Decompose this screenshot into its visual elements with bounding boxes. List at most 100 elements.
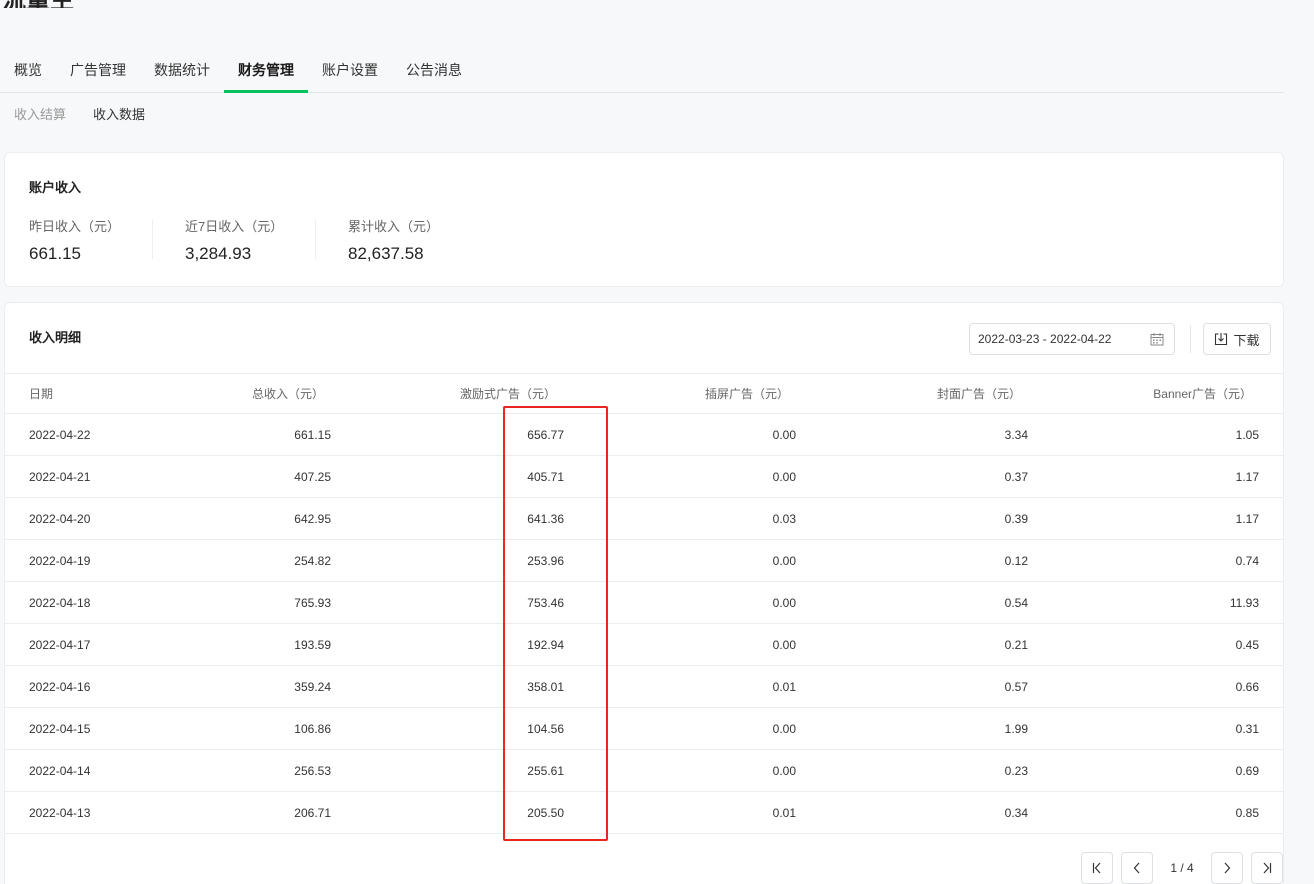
table-header: 日期 总收入（元） 激励式广告（元） 插屏广告（元） 封面广告（元） Banne… (5, 374, 1283, 414)
stat-total: 累计收入（元） 82,637.58 (348, 216, 439, 263)
cell-interstitial: 0.00 (772, 469, 796, 484)
sub-tabs: 收入结算 收入数据 (14, 104, 145, 123)
table-row: 2022-04-15 106.86 104.56 0.00 1.99 0.31 (5, 708, 1283, 750)
first-page-button[interactable] (1081, 852, 1113, 884)
subtab-settlement[interactable]: 收入结算 (14, 104, 66, 123)
download-label: 下载 (1233, 332, 1260, 348)
cell-interstitial: 0.00 (772, 637, 796, 652)
cell-date: 2022-04-22 (29, 427, 91, 442)
table-row: 2022-04-21 407.25 405.71 0.00 0.37 1.17 (5, 456, 1283, 498)
cell-date: 2022-04-14 (29, 763, 91, 778)
table-row: 2022-04-22 661.15 656.77 0.00 3.34 1.05 (5, 414, 1283, 456)
cell-date: 2022-04-13 (29, 805, 91, 820)
cell-cover: 0.57 (1004, 679, 1028, 694)
prev-page-button[interactable] (1121, 852, 1153, 884)
tab-overview[interactable]: 概览 (0, 50, 56, 92)
tab-ad-management[interactable]: 广告管理 (56, 50, 140, 92)
date-range-picker[interactable]: 2022-03-23 - 2022-04-22 (969, 323, 1175, 355)
cell-total: 407.25 (294, 469, 331, 484)
cell-date: 2022-04-17 (29, 637, 91, 652)
cell-rewarded: 753.46 (527, 595, 564, 610)
download-button[interactable]: 下载 (1203, 323, 1271, 355)
toolbar-divider (1190, 325, 1191, 353)
last-page-button[interactable] (1251, 852, 1283, 884)
cell-banner: 11.93 (1229, 595, 1259, 610)
cell-total: 642.95 (294, 511, 331, 526)
cell-banner: 1.17 (1235, 469, 1259, 484)
page-indicator: 1 / 4 (1170, 861, 1194, 875)
cell-rewarded: 656.77 (527, 427, 564, 442)
cell-banner: 1.17 (1235, 511, 1259, 526)
cell-rewarded: 104.56 (527, 721, 564, 736)
cell-banner: 0.31 (1235, 721, 1259, 736)
stat-label: 昨日收入（元） (29, 219, 121, 234)
cell-interstitial: 0.03 (772, 511, 796, 526)
prev-page-icon (1133, 862, 1140, 874)
pagination: 1 / 4 (1081, 852, 1283, 884)
account-income-title: 账户收入 (29, 180, 82, 195)
col-date: 日期 (29, 387, 54, 401)
cell-total: 254.82 (294, 553, 331, 568)
stat-value: 82,637.58 (348, 244, 424, 263)
page-title-area: 流量主 (0, 0, 200, 8)
cell-date: 2022-04-16 (29, 679, 91, 694)
table-row: 2022-04-19 254.82 253.96 0.00 0.12 0.74 (5, 540, 1283, 582)
cell-rewarded: 405.71 (527, 469, 564, 484)
cell-rewarded: 358.01 (527, 679, 564, 694)
cell-interstitial: 0.01 (772, 805, 796, 820)
cell-total: 359.24 (294, 679, 331, 694)
col-banner: Banner广告（元） (1153, 387, 1252, 401)
cell-cover: 0.23 (1004, 763, 1028, 778)
table-row: 2022-04-14 256.53 255.61 0.00 0.23 0.69 (5, 750, 1283, 792)
table-body: 2022-04-22 661.15 656.77 0.00 3.34 1.05 2022-0… (5, 414, 1283, 834)
cell-total: 661.15 (294, 427, 331, 442)
col-interstitial: 插屏广告（元） (704, 387, 789, 401)
cell-total: 765.93 (294, 595, 331, 610)
table-row: 2022-04-13 206.71 205.50 0.01 0.34 0.85 (5, 792, 1283, 834)
tab-statistics[interactable]: 数据统计 (140, 50, 224, 92)
cell-interstitial: 0.00 (772, 595, 796, 610)
cell-interstitial: 0.00 (772, 553, 796, 568)
stat-value: 3,284.93 (185, 244, 252, 263)
cell-total: 193.59 (294, 637, 331, 652)
cell-cover: 0.37 (1004, 469, 1028, 484)
cell-cover: 0.39 (1004, 511, 1028, 526)
table-row: 2022-04-18 765.93 753.46 0.00 0.54 11.93 (5, 582, 1283, 624)
cell-interstitial: 0.01 (772, 679, 796, 694)
tab-announcements[interactable]: 公告消息 (392, 50, 476, 92)
cell-cover: 0.21 (1004, 637, 1028, 652)
table-row: 2022-04-20 642.95 641.36 0.03 0.39 1.17 (5, 498, 1283, 540)
cell-cover: 0.54 (1004, 595, 1028, 610)
cell-banner: 0.66 (1235, 679, 1259, 694)
last-page-icon (1263, 862, 1272, 874)
cell-rewarded: 192.94 (527, 637, 564, 652)
first-page-icon (1092, 862, 1101, 874)
cell-banner: 0.45 (1235, 637, 1259, 652)
cell-banner: 1.05 (1235, 427, 1259, 442)
cell-cover: 1.99 (1004, 721, 1028, 736)
stat-label: 近7日收入（元） (185, 219, 284, 234)
col-total: 总收入（元） (251, 387, 324, 401)
next-page-button[interactable] (1211, 852, 1243, 884)
cell-interstitial: 0.00 (772, 763, 796, 778)
next-page-icon (1224, 862, 1231, 874)
cell-date: 2022-04-18 (29, 595, 91, 610)
cell-cover: 3.34 (1004, 427, 1028, 442)
tab-account-settings[interactable]: 账户设置 (308, 50, 392, 92)
cell-cover: 0.12 (1004, 553, 1028, 568)
cell-banner: 0.74 (1235, 553, 1259, 568)
main-tabs: 概览 广告管理 数据统计 财务管理 账户设置 公告消息 (0, 50, 1284, 93)
date-range-value: 2022-03-23 - 2022-04-22 (978, 332, 1112, 346)
cell-date: 2022-04-15 (29, 721, 91, 736)
cell-rewarded: 641.36 (527, 511, 564, 526)
calendar-icon (1150, 333, 1164, 346)
tab-finance[interactable]: 财务管理 (224, 50, 308, 93)
divider (152, 219, 153, 259)
subtab-income-data[interactable]: 收入数据 (93, 104, 145, 123)
table-row: 2022-04-17 193.59 192.94 0.00 0.21 0.45 (5, 624, 1283, 666)
download-icon (1215, 333, 1228, 346)
cell-rewarded: 255.61 (527, 763, 564, 778)
stat-value: 661.15 (29, 244, 81, 263)
income-detail-card: 收入明细 2022-03-23 - 2022-04-22 下载 日期 总收入（元… (4, 302, 1284, 884)
income-table: 日期 总收入（元） 激励式广告（元） 插屏广告（元） 封面广告（元） Banne… (5, 373, 1283, 834)
